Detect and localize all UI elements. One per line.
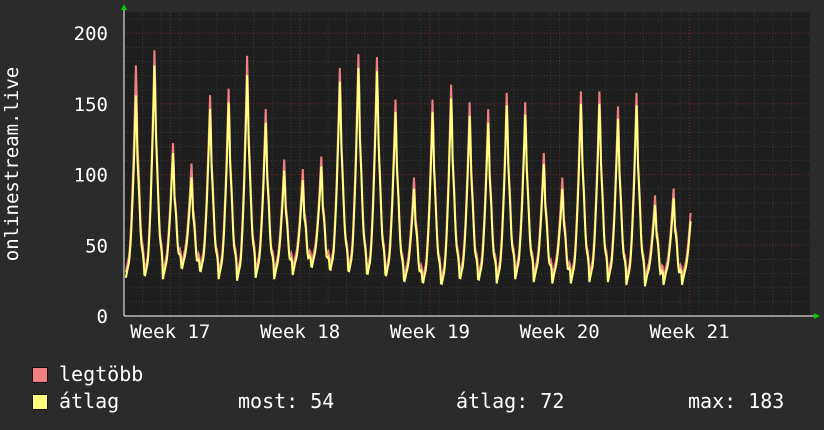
y-tick-label: 150	[74, 94, 108, 116]
legend-avg-label: átlag	[59, 389, 120, 413]
y-tick-label: 50	[85, 235, 108, 257]
x-tick-label: Week 20	[520, 321, 600, 343]
y-axis-label: onlinestream.live	[1, 67, 23, 261]
legend-avg-swatch	[32, 394, 48, 410]
y-axis-arrow-icon	[121, 4, 127, 10]
stat-average: átlag: 72	[456, 389, 565, 413]
y-tick-label: 100	[74, 165, 108, 187]
y-tick-label: 0	[97, 306, 108, 328]
x-tick-label: Week 19	[390, 321, 470, 343]
stat-maximum: max: 183	[688, 389, 785, 413]
legend-max-label: legtöbb	[59, 362, 144, 386]
y-tick-label: 200	[74, 23, 108, 45]
x-tick-label: Week 18	[260, 321, 340, 343]
legend-max-swatch	[32, 367, 48, 383]
stat-current: most: 54	[238, 389, 335, 413]
x-tick-label: Week 21	[649, 321, 729, 343]
x-axis-arrow-icon	[814, 313, 820, 319]
x-tick-label: Week 17	[130, 321, 210, 343]
traffic-chart: 0 50 100 150 200 Week 17 Week 18 Week 19 Week 20…	[1, 4, 820, 343]
